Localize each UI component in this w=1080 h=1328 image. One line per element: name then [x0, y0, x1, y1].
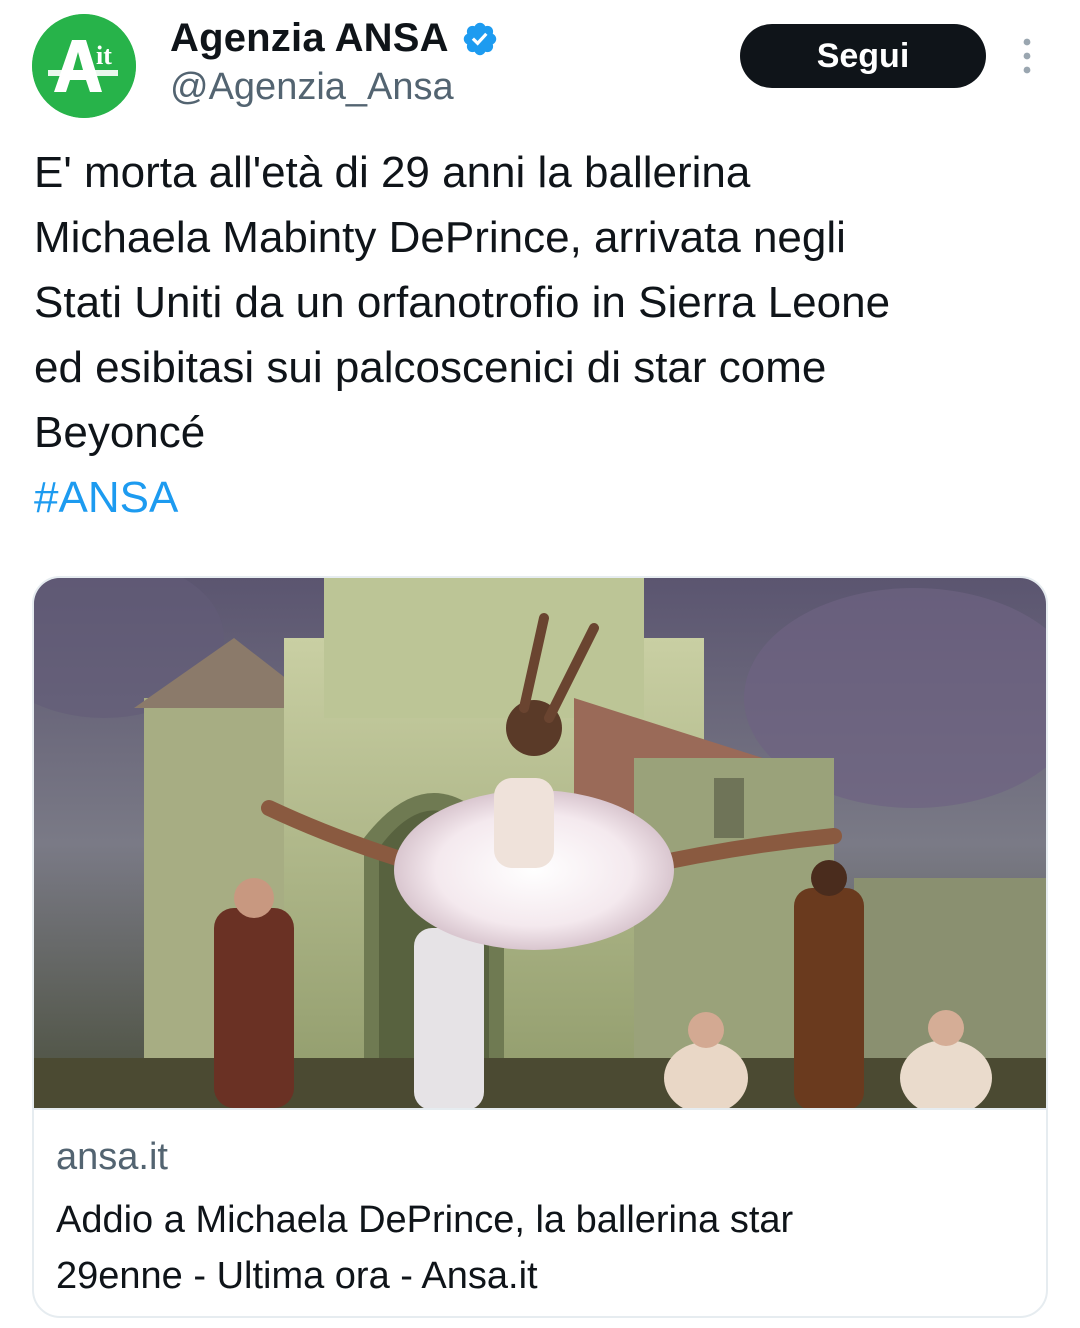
card-title-line: 29enne - Ultima ora - Ansa.it: [56, 1255, 538, 1297]
more-vertical-icon[interactable]: [1010, 36, 1044, 76]
link-card[interactable]: ansa.it Addio a Michaela DePrince, la ba…: [32, 576, 1048, 1318]
tweet-line: Beyoncé: [34, 408, 206, 457]
tweet-text: E' morta all'età di 29 anni la ballerina…: [34, 140, 1054, 530]
follow-button[interactable]: Segui: [740, 24, 986, 88]
card-divider: [34, 1108, 1046, 1110]
card-domain: ansa.it: [56, 1136, 168, 1178]
card-title-line: Addio a Michaela DePrince, la ballerina …: [56, 1199, 794, 1241]
avatar[interactable]: it: [32, 14, 136, 118]
account-handle[interactable]: @Agenzia_Ansa: [170, 66, 454, 109]
tweet-line: E' morta all'età di 29 anni la ballerina: [34, 148, 751, 197]
verified-badge-icon: [463, 22, 496, 55]
ballerina-photo[interactable]: [34, 578, 1048, 1110]
svg-text:it: it: [96, 41, 112, 70]
card-title: Addio a Michaela DePrince, la ballerina …: [56, 1192, 1016, 1304]
account-name-row: Agenzia ANSA: [170, 16, 499, 61]
ansa-logo-icon: it: [32, 14, 136, 118]
hashtag-link[interactable]: #ANSA: [34, 465, 1054, 530]
tweet-line: Michaela Mabinty DePrince, arrivata negl…: [34, 213, 846, 262]
tweet-line: Stati Uniti da un orfanotrofio in Sierra…: [34, 278, 891, 327]
display-name[interactable]: Agenzia ANSA: [170, 16, 449, 61]
tweet-line: ed esibitasi sui palcoscenici di star co…: [34, 343, 827, 392]
